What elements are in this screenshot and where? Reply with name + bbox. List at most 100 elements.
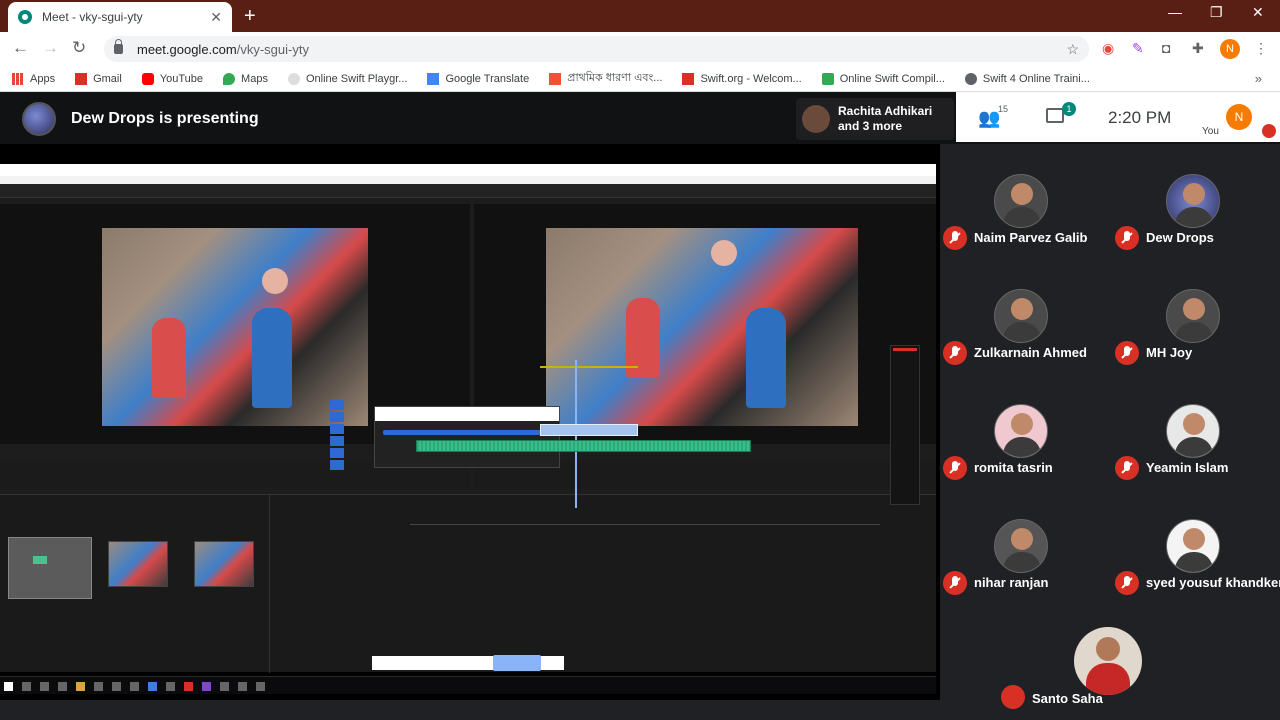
audio-clip[interactable]: [416, 440, 751, 452]
address-bar[interactable]: meet.google.com/vky-sgui-yty ☆: [104, 36, 1089, 62]
participant-tile[interactable]: nihar ranjan: [940, 489, 1110, 604]
presenter-avatar: [22, 102, 56, 136]
new-tab-icon[interactable]: +: [244, 5, 256, 28]
edge-icon[interactable]: [58, 682, 67, 691]
bookmark-swift-org[interactable]: Swift.org - Welcom...: [682, 72, 802, 85]
lock-icon: [114, 39, 123, 54]
close-icon[interactable]: ✕: [210, 9, 222, 26]
tab-meet[interactable]: Meet - vky-sgui-yty ✕: [8, 2, 232, 32]
avatar: [1166, 174, 1220, 228]
bin-item-clip[interactable]: [194, 541, 254, 587]
windows-taskbar: [0, 676, 936, 694]
browser-toolbar: ← → ↻ meet.google.com/vky-sgui-yty ☆ ◉ ✎…: [0, 32, 1280, 66]
taskbar-app-icon[interactable]: [238, 682, 247, 691]
timeline-ruler[interactable]: [410, 515, 880, 525]
pen-extension-icon[interactable]: ✎: [1132, 40, 1144, 57]
participant-tile[interactable]: Naim Parvez Galib: [940, 144, 1110, 259]
bookmark-swift-training[interactable]: Swift 4 Online Traini...: [964, 72, 1090, 85]
work-area-bar[interactable]: [540, 366, 638, 368]
apps-grid-icon: [12, 72, 24, 85]
bookmark-bangla[interactable]: প্রাথমিক ধারণা এবং...: [549, 69, 662, 88]
mic-off-icon: [1115, 571, 1139, 595]
bookmark-maps[interactable]: Maps: [223, 72, 268, 85]
presenting-label: Dew Drops is presenting: [71, 110, 259, 127]
menu-icon[interactable]: ⋮: [1254, 40, 1268, 57]
participant-name: MH Joy: [1146, 345, 1193, 360]
video-clip[interactable]: [540, 424, 638, 436]
puzzle-icon[interactable]: ✚: [1192, 40, 1204, 57]
mic-off-icon: [943, 341, 967, 365]
participant-name: nihar ranjan: [974, 575, 1049, 590]
code-icon: [821, 72, 834, 85]
taskbar-app-icon[interactable]: [130, 682, 139, 691]
forward-icon[interactable]: →: [42, 38, 59, 58]
editor-lower-panels: [0, 494, 936, 673]
swift-org-icon: [682, 72, 695, 85]
track-toggle[interactable]: [330, 436, 344, 446]
track-toggle[interactable]: [330, 424, 344, 434]
bin-item-sequence[interactable]: [8, 537, 92, 599]
bookmark-swift-compiler[interactable]: Online Swift Compil...: [821, 72, 945, 85]
bookmarks-more-icon[interactable]: »: [1255, 71, 1262, 86]
clock: 2:20 PM: [1108, 108, 1172, 127]
task-view-icon[interactable]: [40, 682, 49, 691]
taskbar-app-icon[interactable]: [148, 682, 157, 691]
participant-tile[interactable]: Zulkarnain Ahmed: [940, 259, 1110, 374]
tab-strip: Meet - vky-sgui-yty ✕ + — ❐ ✕: [0, 0, 1280, 32]
taskbar-app-icon[interactable]: [256, 682, 265, 691]
shared-screen: [0, 144, 940, 700]
reload-icon[interactable]: ↻: [72, 38, 86, 58]
bookmark-swift-playground[interactable]: Online Swift Playgr...: [287, 72, 407, 85]
camera-extension-icon[interactable]: ◘: [1162, 40, 1170, 56]
bookmark-star-icon[interactable]: ☆: [1066, 41, 1079, 58]
taskbar-app-icon[interactable]: [166, 682, 175, 691]
avatar: [994, 289, 1048, 343]
extension-icon[interactable]: ◉: [1102, 40, 1114, 57]
bookmark-google-translate[interactable]: Google Translate: [427, 72, 529, 85]
track-toggle[interactable]: [330, 460, 344, 470]
participant-tile[interactable]: MH Joy: [1112, 259, 1280, 374]
track-toggle[interactable]: [330, 448, 344, 458]
track-targets: [330, 400, 346, 486]
maps-pin-icon: [223, 72, 236, 85]
participant-tile[interactable]: syed yousuf khandker: [1112, 489, 1280, 604]
self-avatar[interactable]: N: [1226, 104, 1252, 130]
taskbar-app-icon[interactable]: [94, 682, 103, 691]
taskbar-app-icon[interactable]: [184, 682, 193, 691]
track-toggle[interactable]: [330, 400, 344, 410]
dialog-titlebar: [375, 407, 559, 421]
bookmark-youtube[interactable]: YouTube: [141, 72, 203, 85]
participant-name: romita tasrin: [974, 460, 1053, 475]
window-close-icon[interactable]: ✕: [1252, 4, 1264, 21]
editor-workspace-tabs: [0, 184, 936, 198]
participant-tile[interactable]: Dew Drops: [1112, 144, 1280, 259]
bulb-icon: [287, 72, 300, 85]
mini-tile-name: Rachita Adhikari: [838, 104, 933, 118]
file-explorer-icon[interactable]: [76, 682, 85, 691]
bookmark-apps[interactable]: Apps: [12, 72, 55, 85]
url-host: meet.google.com: [137, 41, 237, 57]
participant-tile[interactable]: romita tasrin: [940, 374, 1110, 489]
taskbar-app-icon[interactable]: [112, 682, 121, 691]
premiere-icon[interactable]: [202, 682, 211, 691]
bookmark-gmail[interactable]: Gmail: [75, 72, 122, 85]
participant-tile[interactable]: Yeamin Islam: [1112, 374, 1280, 489]
bookmarks-bar: Apps Gmail YouTube Maps Online Swift Pla…: [0, 66, 1280, 92]
back-icon[interactable]: ←: [12, 38, 29, 58]
mini-participant-tile[interactable]: Rachita Adhikari and 3 more: [796, 98, 954, 140]
video-frame: [546, 228, 858, 426]
avatar: [1166, 289, 1220, 343]
windows-start-icon[interactable]: [4, 682, 13, 691]
participant-name: Dew Drops: [1146, 230, 1214, 245]
self-view-tile[interactable]: Santo Saha: [994, 603, 1222, 720]
taskbar-app-icon[interactable]: [220, 682, 229, 691]
bin-item-clip[interactable]: [108, 541, 168, 587]
stop-sharing-button[interactable]: [493, 655, 541, 671]
profile-avatar[interactable]: N: [1220, 39, 1240, 59]
search-icon[interactable]: [22, 682, 31, 691]
minimize-icon[interactable]: —: [1168, 4, 1182, 20]
chat-badge: 1: [1062, 102, 1076, 116]
mic-off-icon: [1262, 124, 1276, 138]
maximize-icon[interactable]: ❐: [1210, 4, 1223, 21]
track-toggle[interactable]: [330, 412, 344, 422]
